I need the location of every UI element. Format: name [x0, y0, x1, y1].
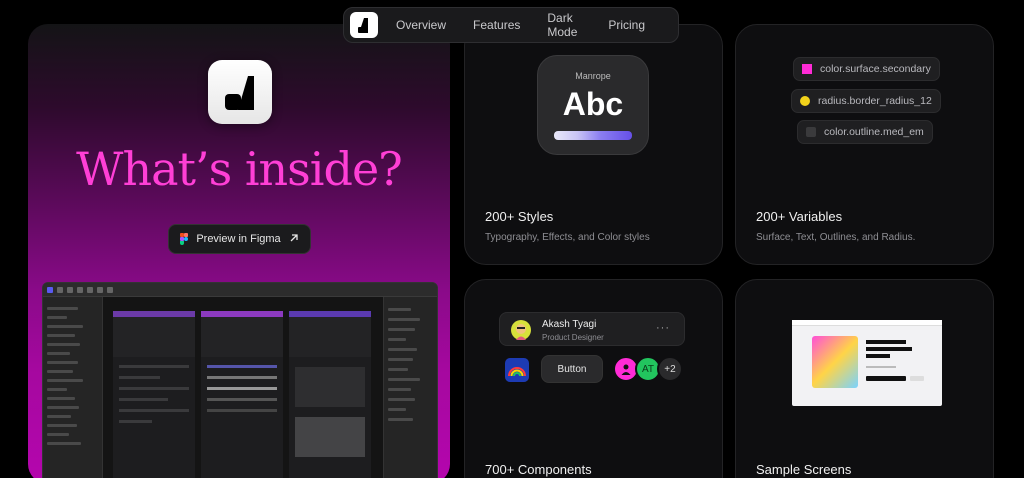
screens-card[interactable]: Sample Screens — [735, 279, 994, 478]
screens-title: Sample Screens — [756, 462, 852, 477]
preview-in-figma-button[interactable]: Preview in Figma — [168, 224, 311, 254]
swatch-gray — [806, 127, 816, 137]
frame-elevations — [289, 311, 371, 478]
components-card[interactable]: Akash Tyagi Product Designer ··· Button … — [464, 279, 723, 478]
variable-chip-radius: radius.border_radius_12 — [791, 89, 941, 113]
more-icon[interactable]: ··· — [656, 322, 670, 334]
top-nav: Overview Features Dark Mode Pricing — [343, 7, 679, 43]
font-sample: Abc — [562, 86, 624, 122]
profile-role: Product Designer — [542, 333, 604, 342]
profile-name: Akash Tyagi — [542, 319, 597, 330]
nav-overview[interactable]: Overview — [396, 18, 446, 32]
components-title: 700+ Components — [485, 462, 592, 477]
styles-title: 200+ Styles — [485, 209, 554, 224]
nav-pricing[interactable]: Pricing — [608, 18, 645, 32]
styles-subtitle: Typography, Effects, and Color styles — [485, 232, 650, 243]
avatar — [511, 320, 531, 340]
rainbow-app-icon — [505, 358, 529, 382]
hero-title: What’s inside? — [76, 142, 403, 196]
variable-label: color.outline.med_em — [824, 126, 924, 138]
nav-features[interactable]: Features — [473, 18, 520, 32]
variable-chip-outline: color.outline.med_em — [797, 120, 933, 144]
arrow-up-right-icon — [289, 233, 299, 246]
variable-label: color.surface.secondary — [820, 63, 931, 75]
preview-button-label: Preview in Figma — [196, 233, 281, 245]
styles-card[interactable]: Manrope Abc 200+ Styles Typography, Effe… — [464, 24, 723, 265]
profile-card: Akash Tyagi Product Designer ··· — [499, 312, 685, 346]
swatch-magenta — [802, 64, 812, 74]
app-layers-panel — [43, 297, 103, 478]
variable-label: radius.border_radius_12 — [818, 95, 932, 107]
typography-tile: Manrope Abc — [537, 55, 649, 155]
frame-colors — [201, 311, 283, 478]
hero-card: What’s inside? Preview in Figma — [28, 24, 450, 478]
figma-app-preview — [42, 282, 438, 478]
app-canvas — [103, 297, 383, 478]
variable-chip-surface: color.surface.secondary — [793, 57, 940, 81]
variables-card[interactable]: color.surface.secondary radius.border_ra… — [735, 24, 994, 265]
sample-screen-preview — [792, 320, 942, 406]
swatch-yellow — [800, 96, 810, 106]
logo-icon[interactable] — [350, 12, 378, 38]
variables-subtitle: Surface, Text, Outlines, and Radius. — [756, 232, 916, 243]
app-properties-panel — [383, 297, 437, 478]
variables-title: 200+ Variables — [756, 209, 843, 224]
frame-typography — [113, 311, 195, 478]
app-logo-icon — [208, 60, 272, 124]
sample-button[interactable]: Button — [541, 355, 603, 383]
nav-dark-mode[interactable]: Dark Mode — [547, 11, 581, 39]
avatar-count: +2 — [657, 356, 683, 382]
font-name: Manrope — [575, 71, 611, 81]
color-ramp — [554, 131, 632, 140]
figma-icon — [180, 233, 189, 245]
app-toolbar — [43, 283, 437, 297]
